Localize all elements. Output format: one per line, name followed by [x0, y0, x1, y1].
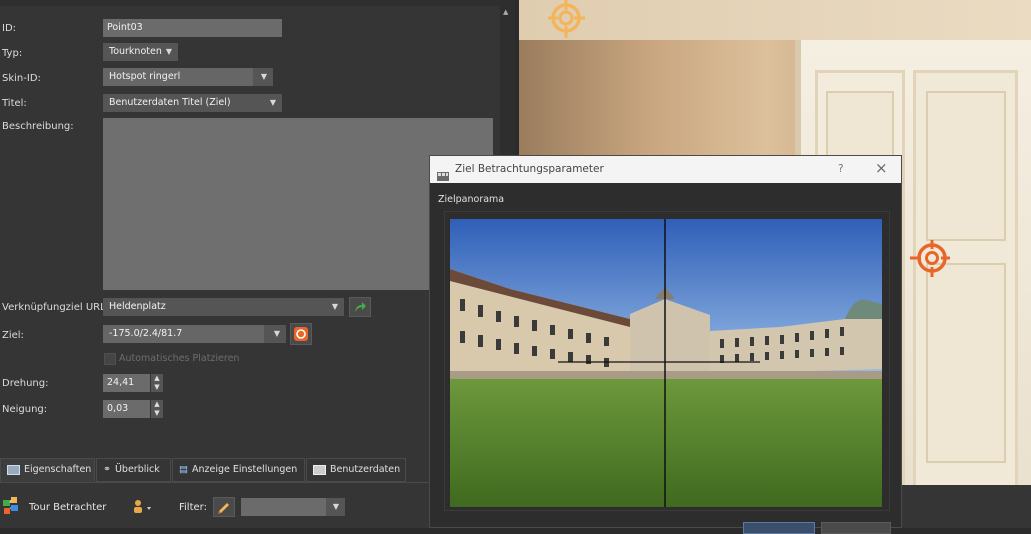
tab-label: Anzeige Einstellungen	[191, 464, 298, 475]
tab-eigenschaften[interactable]: Eigenschaften	[0, 458, 95, 482]
tab-label: Eigenschaften	[24, 464, 92, 475]
filter-label: Filter:	[179, 502, 207, 513]
door-panel	[926, 91, 1006, 241]
help-button[interactable]: ?	[838, 156, 844, 183]
hotspot-orange-icon[interactable]	[906, 237, 952, 279]
drehung-spinner[interactable]: ▲ ▼	[151, 374, 163, 392]
typ-select[interactable]: Tourknoten ▼	[103, 43, 178, 61]
drehung-label: Drehung:	[2, 378, 49, 389]
drehung-input[interactable]: 24,41	[103, 374, 150, 392]
target-panorama-preview[interactable]	[450, 219, 882, 507]
dialog-title: Ziel Betrachtungsparameter	[455, 163, 604, 175]
chevron-down-icon: ▼	[165, 47, 172, 56]
userdata-icon	[313, 464, 326, 475]
auto-place-checkbox[interactable]	[104, 353, 116, 365]
binoculars-icon: ⚭	[103, 464, 111, 475]
skin-id-select[interactable]: Hotspot ringerl ▼	[103, 68, 273, 86]
skin-id-value: Hotspot ringerl	[109, 71, 181, 82]
hotspot-gold-icon[interactable]	[545, 0, 587, 40]
ziel-value: -175.0/2.4/81.7	[109, 328, 183, 339]
link-label: Verknüpfungziel URL:	[2, 302, 110, 313]
chevron-down-icon: ▼	[269, 98, 276, 107]
tab-anzeige-einstellungen[interactable]: ▤ Anzeige Einstellungen	[172, 458, 305, 482]
ziel-label: Ziel:	[2, 330, 24, 341]
tab-label: Benutzerdaten	[330, 464, 401, 475]
pick-target-button[interactable]	[290, 323, 312, 345]
id-label: ID:	[2, 23, 17, 34]
titel-label: Titel:	[2, 98, 27, 109]
tour-viewer-label[interactable]: Tour Betrachter	[29, 502, 106, 513]
target-params-dialog: Ziel Betrachtungsparameter ? × Zielpanor…	[429, 155, 902, 534]
titel-value: Benutzerdaten Titel (Ziel)	[109, 97, 231, 108]
display-settings-icon: ▤	[179, 464, 188, 475]
target-icon	[294, 327, 308, 341]
neigung-label: Neigung:	[2, 404, 48, 415]
link-target-select[interactable]: Heldenplatz ▼	[103, 298, 344, 316]
pencil-icon	[218, 503, 229, 514]
wall-top	[519, 0, 1031, 40]
dialog-app-icon	[437, 165, 449, 181]
auto-place-label: Automatisches Platzieren	[119, 353, 240, 364]
chevron-down-icon: ▼	[273, 329, 280, 338]
door-panel	[926, 263, 1006, 463]
ok-button[interactable]	[743, 522, 815, 534]
open-link-button[interactable]	[349, 297, 371, 317]
typ-value: Tourknoten	[109, 46, 162, 57]
chevron-down-icon: ▼	[331, 302, 338, 311]
close-button[interactable]: ×	[875, 155, 888, 182]
dialog-titlebar[interactable]: Ziel Betrachtungsparameter ? ×	[430, 156, 901, 183]
zielpanorama-label: Zielpanorama	[438, 194, 505, 205]
titel-select[interactable]: Benutzerdaten Titel (Ziel) ▼	[103, 94, 282, 112]
scroll-up-icon[interactable]: ▲	[503, 8, 508, 16]
tour-viewer-icon	[2, 496, 24, 516]
typ-label: Typ:	[2, 48, 23, 59]
filter-edit-button[interactable]	[213, 497, 235, 517]
chevron-down-icon: ▼	[332, 502, 339, 511]
person-icon[interactable]	[131, 499, 153, 515]
id-field[interactable]: Point03	[103, 19, 282, 37]
neigung-spinner[interactable]: ▲ ▼	[151, 400, 163, 418]
tab-benutzerdaten[interactable]: Benutzerdaten	[306, 458, 406, 482]
chevron-down-icon: ▼	[260, 72, 267, 81]
door-right	[913, 70, 1018, 490]
link-arrow-icon	[355, 302, 366, 312]
neigung-input[interactable]: 0,03	[103, 400, 150, 418]
panel-top-edge	[0, 0, 515, 6]
lower-panel	[880, 485, 1031, 528]
properties-icon	[7, 464, 20, 475]
link-target-value: Heldenplatz	[109, 301, 166, 312]
skin-id-label: Skin-ID:	[2, 73, 41, 84]
cancel-button[interactable]	[821, 522, 891, 534]
tab-ueberblick[interactable]: ⚭ Überblick	[96, 458, 171, 482]
beschreibung-label: Beschreibung:	[2, 121, 74, 132]
ziel-select[interactable]: -175.0/2.4/81.7 ▼	[103, 325, 286, 343]
filter-select[interactable]: ▼	[241, 498, 345, 516]
tab-label: Überblick	[114, 464, 160, 475]
